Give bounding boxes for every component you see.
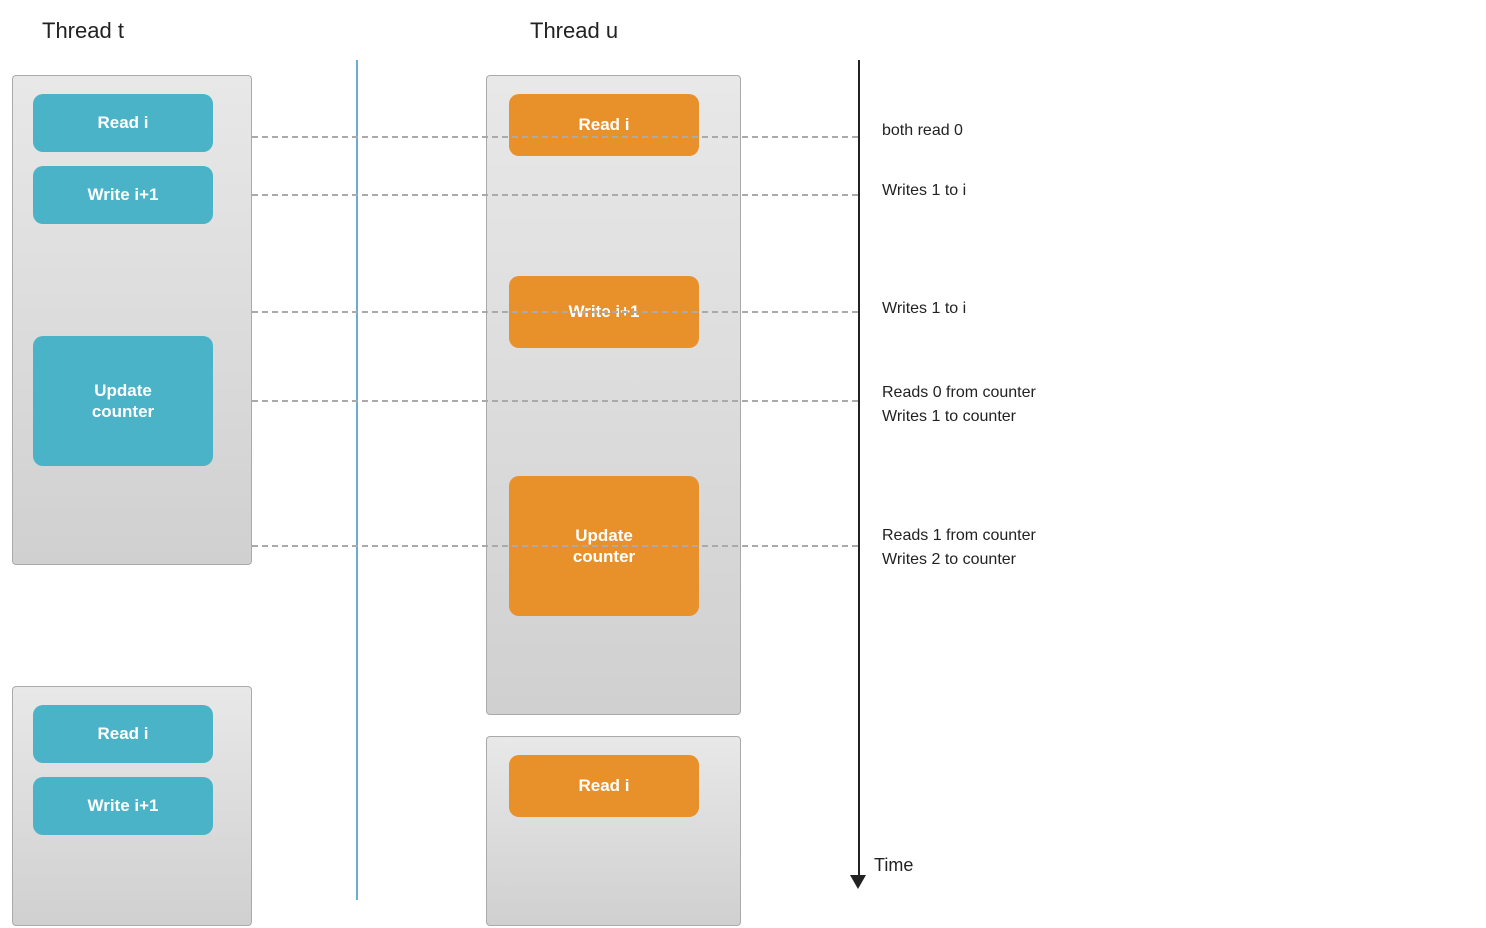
- annotation-row5a: Reads 1 from counter: [882, 525, 1036, 547]
- timeline-arrow: [850, 875, 866, 889]
- thread-t2-read-i-btn: Read i: [33, 705, 213, 763]
- thread-t-box-top: Read i Write i+1 Update counter: [12, 75, 252, 565]
- dashed-row3: [252, 311, 858, 313]
- annotation-row3: Writes 1 to i: [882, 298, 966, 320]
- thread-t-update-counter-btn: Update counter: [33, 336, 213, 466]
- annotation-row4a: Reads 0 from counter: [882, 382, 1036, 404]
- annotation-row5b: Writes 2 to counter: [882, 549, 1016, 571]
- dashed-row1: [252, 136, 858, 138]
- thread-t-write-i1-btn: Write i+1: [33, 166, 213, 224]
- thread-u-box-bottom: Read i: [486, 736, 741, 926]
- time-label: Time: [874, 855, 913, 876]
- thread-u2-read-i-btn: Read i: [509, 755, 699, 817]
- thread-t-label: Thread t: [42, 18, 124, 44]
- dashed-row4: [252, 400, 858, 402]
- thread-u-box: Read i Write i+1 Update counter: [486, 75, 741, 715]
- thread-u-read-i-btn: Read i: [509, 94, 699, 156]
- dashed-row5: [252, 545, 858, 547]
- annotation-row1: both read 0: [882, 120, 963, 142]
- thread-u-label: Thread u: [530, 18, 618, 44]
- thread-t2-write-i1-btn: Write i+1: [33, 777, 213, 835]
- diagram-container: Thread t Thread u Read i Write i+1 Updat…: [0, 0, 1486, 928]
- timeline-line: [858, 60, 860, 875]
- annotation-row2: Writes 1 to i: [882, 180, 966, 202]
- dashed-row2: [252, 194, 858, 196]
- annotation-row4b: Writes 1 to counter: [882, 406, 1016, 428]
- thread-t-read-i-btn: Read i: [33, 94, 213, 152]
- thread-t-box-bottom: Read i Write i+1: [12, 686, 252, 926]
- separator-line: [356, 60, 358, 900]
